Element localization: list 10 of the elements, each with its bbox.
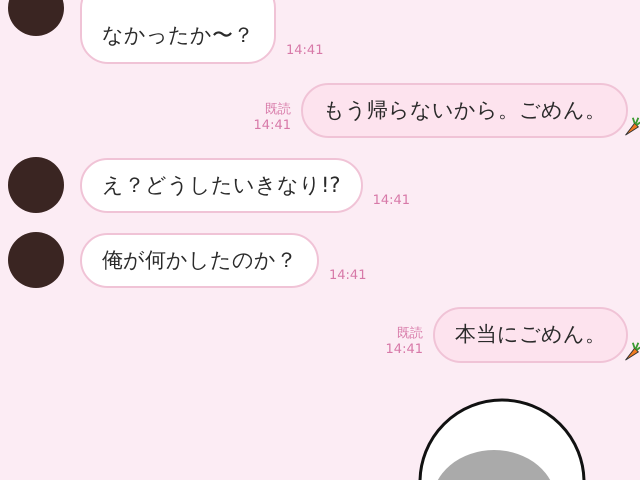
read-receipt: 既読 xyxy=(396,326,423,342)
message-bubble: なかったか〜？ xyxy=(80,0,276,64)
message-time: 14:41 xyxy=(286,43,324,60)
message-bubble: え？どうしたいきなり!? xyxy=(80,158,363,213)
read-receipt: 既読 xyxy=(264,102,291,118)
message-bubble: 俺が何かしたのか？ xyxy=(80,232,319,288)
message-time: 14:41 xyxy=(372,192,410,209)
message-time: 14:41 xyxy=(254,118,291,134)
message-time: 14:41 xyxy=(329,268,366,284)
message-time: 14:41 xyxy=(386,342,423,358)
